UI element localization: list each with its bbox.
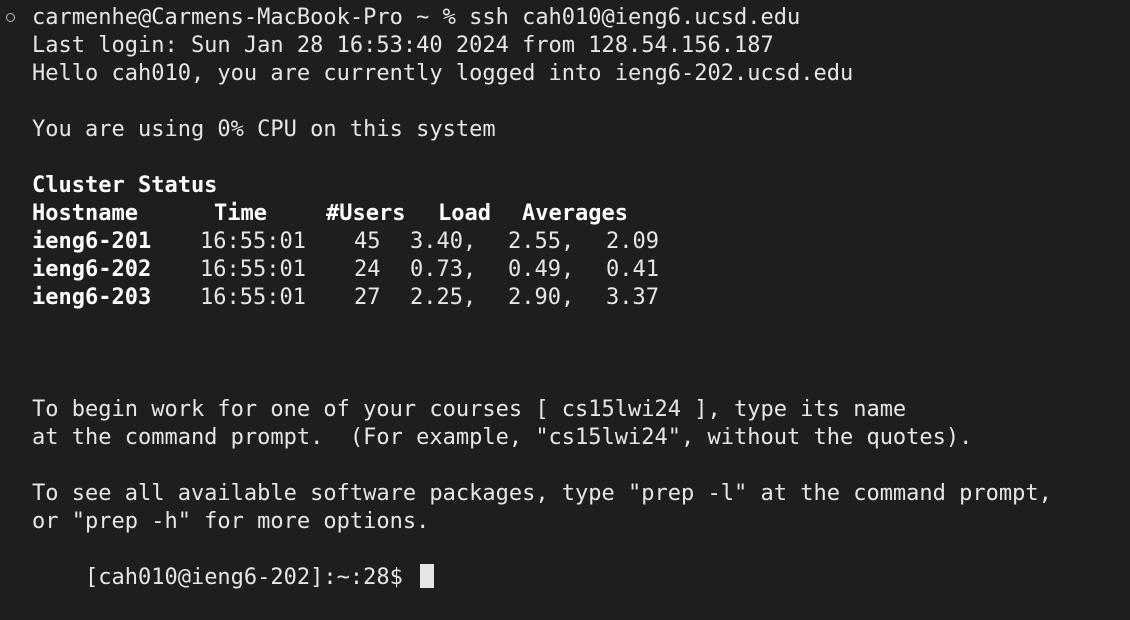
row-users: 24: [354, 257, 381, 282]
row-hostname: ieng6-203: [32, 285, 152, 310]
row-users: 27: [354, 285, 381, 310]
row-time: 16:55:01: [200, 229, 306, 254]
row-load-3: 0.41: [606, 257, 659, 282]
row-hostname: ieng6-202: [32, 257, 152, 282]
row-load-1: 0.73,: [410, 257, 477, 282]
header-averages: Averages: [522, 201, 628, 226]
command-status-marker-icon: [6, 13, 15, 22]
cpu-usage-line: You are using 0% CPU on this system: [32, 117, 496, 142]
last-login-line: Last login: Sun Jan 28 16:53:40 2024 fro…: [32, 33, 774, 58]
row-time: 16:55:01: [200, 285, 306, 310]
header-hostname: Hostname: [32, 201, 138, 226]
cluster-status-title: Cluster Status: [32, 173, 218, 198]
courses-line-2: at the command prompt. (For example, "cs…: [32, 425, 973, 450]
hello-line: Hello cah010, you are currently logged i…: [32, 61, 854, 86]
command-line: carmenhe@Carmens-MacBook-Pro ~ % ssh cah…: [32, 5, 801, 30]
text-cursor[interactable]: [420, 564, 435, 588]
row-load-2: 2.90,: [508, 285, 575, 310]
row-load-3: 3.37: [606, 285, 659, 310]
header-time: Time: [214, 201, 267, 226]
row-time: 16:55:01: [200, 257, 306, 282]
shell-prompt: [cah010@ieng6-202]:~:28$: [84, 565, 417, 590]
row-load-3: 2.09: [606, 229, 659, 254]
row-load-2: 0.49,: [508, 257, 575, 282]
shell-prompt-line[interactable]: [cah010@ieng6-202]:~:28$: [32, 536, 435, 590]
packages-line-1: To see all available software packages, …: [32, 481, 1052, 506]
row-users: 45: [354, 229, 381, 254]
header-users: #Users: [326, 201, 406, 226]
header-load: Load: [438, 201, 491, 226]
packages-line-2: or "prep -h" for more options.: [32, 509, 430, 534]
row-load-1: 3.40,: [410, 229, 477, 254]
terminal-window[interactable]: carmenhe@Carmens-MacBook-Pro ~ % ssh cah…: [0, 0, 1130, 590]
row-load-1: 2.25,: [410, 285, 477, 310]
courses-line-1: To begin work for one of your courses [ …: [32, 397, 907, 422]
row-load-2: 2.55,: [508, 229, 575, 254]
row-hostname: ieng6-201: [32, 229, 152, 254]
